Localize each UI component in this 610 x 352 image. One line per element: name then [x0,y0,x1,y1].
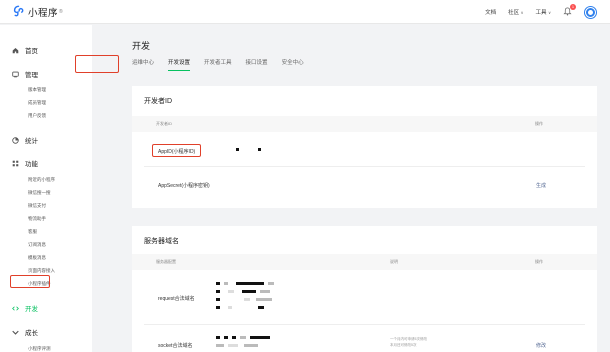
top-bar: 小程序 ® 文档 社区 ∨ 工具 ∨ 1 [0,0,610,24]
divider [144,166,585,167]
sidebar-item-stats[interactable]: 统计 [12,135,38,145]
sidebar-item-manage[interactable]: 管理 [12,69,38,79]
table-header: 开发者ID 操作 [132,116,597,132]
sidebar-subitem-template[interactable]: 模板消息 [28,255,46,261]
server-domain-card: 服务器域名 服务器配置 说明 操作 request合法域名 socket合法域名… [132,226,597,352]
highlight-develop [10,275,50,288]
sidebar-subitem-subscribe[interactable]: 订阅消息 [28,242,46,248]
sidebar-item-label: 成长 [25,330,38,337]
generate-secret-link[interactable]: 生成 [536,182,546,189]
nav-tools[interactable]: 工具 ∨ [535,8,551,17]
manage-icon [12,71,19,77]
tab-dev-tools[interactable]: 开发者工具 [204,58,232,71]
growth-icon [12,330,19,335]
pie-chart-icon [12,136,19,144]
chevron-down-icon: ∨ [548,9,551,15]
code-icon [12,305,19,311]
sidebar-item-label: 首页 [25,48,38,55]
grid-icon [12,160,19,166]
appid-value-masked [236,148,239,151]
tab-api-settings[interactable]: 接口设置 [246,58,268,71]
app-logo-text: 小程序 [28,7,59,19]
socket-domain-label: socket合法域名 [158,343,193,349]
sidebar-item-features[interactable]: 功能 [12,158,38,168]
desc-line: 本月还可修改5次 [390,343,417,347]
tab-bar: 运维中心 开发设置 开发者工具 接口设置 安全中心 [132,58,318,71]
notification-button[interactable]: 1 [563,4,576,17]
nav-docs[interactable]: 文档 [485,8,496,16]
sidebar-item-label: 功能 [25,161,38,168]
sidebar-subitem-version[interactable]: 版本管理 [28,87,46,93]
nav-docs-label: 文档 [485,10,497,16]
sidebar: 首页 管理 版本管理 成员管理 用户反馈 统计 功能 附近的小程序 微信搜一搜 … [0,25,92,352]
nav-tools-label: 工具 [535,10,547,16]
avatar-inner [588,9,593,15]
col-header: 开发者ID [156,121,172,126]
col-header: 操作 [535,259,543,264]
app-logo[interactable]: 小程序 ® [12,5,63,19]
developer-id-card: 开发者ID 开发者ID 操作 AppID(小程序ID) AppSecret(小程… [132,86,597,208]
divider [144,324,585,325]
sidebar-subitem-members[interactable]: 成员管理 [28,100,46,106]
sidebar-subitem-logistics[interactable]: 物流助手 [28,216,46,222]
sidebar-item-label: 开发 [25,306,38,313]
col-header: 说明 [390,259,398,264]
app-logo-sup: ® [59,8,63,15]
tab-dev-settings[interactable]: 开发设置 [168,58,191,71]
socket-desc: 一个月内可申请5次修改 本月还可修改5次 [390,336,427,348]
sidebar-subitem-search[interactable]: 微信搜一搜 [28,190,51,196]
col-header: 服务器配置 [156,259,176,264]
sidebar-item-develop[interactable]: 开发 [12,303,38,313]
modify-domain-link[interactable]: 修改 [536,342,546,349]
appsecret-label: AppSecret(小程序密钥) [158,183,210,189]
nav-community[interactable]: 社区 ∨ [508,8,524,17]
miniprogram-logo-icon [13,5,24,17]
sidebar-item-label: 统计 [25,138,38,145]
request-domain-label: request合法域名 [158,296,195,302]
tab-ops[interactable]: 运维中心 [132,58,154,71]
sidebar-item-label: 管理 [25,72,38,79]
sidebar-subitem-feedback[interactable]: 用户反馈 [28,113,46,119]
home-icon [12,47,19,53]
page-title: 开发 [132,41,151,51]
highlight-tab [75,55,119,73]
sidebar-item-growth[interactable]: 成长 [12,327,38,337]
notification-badge: 1 [570,4,576,10]
table-header: 服务器配置 说明 操作 [132,254,597,270]
sidebar-subitem-service[interactable]: 客服 [28,229,37,235]
nav-community-label: 社区 [508,10,520,16]
sidebar-subitem-review[interactable]: 小程序评测 [28,346,51,352]
highlight-appid [152,144,201,157]
sidebar-subitem-nearby[interactable]: 附近的小程序 [28,177,55,183]
card-title: 开发者ID [144,98,172,105]
col-header: 操作 [535,121,543,126]
sidebar-subitem-content[interactable]: 页面内容接入 [28,268,55,274]
sidebar-subitem-pay[interactable]: 微信支付 [28,203,46,209]
sidebar-item-home[interactable]: 首页 [12,45,38,55]
card-title: 服务器域名 [144,238,179,245]
appid-value-masked [258,148,261,151]
tab-security[interactable]: 安全中心 [282,58,304,71]
avatar[interactable] [585,6,596,18]
top-nav: 文档 社区 ∨ 工具 ∨ 1 [473,0,596,24]
chevron-down-icon: ∨ [520,9,524,15]
